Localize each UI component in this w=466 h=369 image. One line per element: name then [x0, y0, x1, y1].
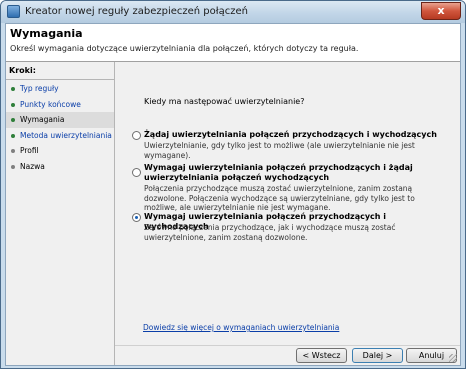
option-require-inbound-outbound[interactable]: Wymagaj uwierzytelniania połączeń przych…	[132, 212, 447, 242]
steps-divider	[6, 79, 114, 80]
radio-require-inbound-outbound[interactable]	[132, 213, 141, 222]
option-description: Zarówno połączenia przychodzące, jak i w…	[144, 223, 396, 242]
back-button[interactable]: < Wstecz	[296, 348, 347, 363]
step-label: Punkty końcowe	[20, 99, 81, 109]
step-bullet-icon	[11, 133, 15, 138]
close-button[interactable]: x	[421, 2, 461, 20]
next-button[interactable]: Dalej >	[352, 348, 403, 363]
firewall-app-icon	[7, 5, 20, 18]
step-authentication-method[interactable]: Metoda uwierzytelniania	[6, 128, 114, 144]
steps-panel: Kroki: Typ reguły Punkty końcowe Wymagan…	[6, 62, 115, 365]
option-request-auth[interactable]: Żądaj uwierzytelniania połączeń przychod…	[132, 130, 447, 160]
question-label: Kiedy ma następować uwierzytelnianie?	[144, 97, 305, 106]
footer-divider	[115, 345, 460, 346]
option-label[interactable]: Żądaj uwierzytelniania połączeń przychod…	[144, 130, 444, 140]
steps-list: Typ reguły Punkty końcowe Wymagania Meto…	[6, 81, 114, 174]
page-description: Określ wymagania dotyczące uwierzytelnia…	[10, 44, 359, 53]
learn-more-link[interactable]: Dowiedz się więcej o wymaganiach uwierzy…	[143, 323, 339, 332]
steps-title: Kroki:	[9, 66, 36, 75]
step-bullet-icon	[11, 164, 15, 169]
radio-request-auth[interactable]	[132, 131, 141, 140]
requirements-content: Kiedy ma następować uwierzytelnianie? Żą…	[115, 62, 460, 345]
option-require-inbound-request-outbound[interactable]: Wymagaj uwierzytelniania połączeń przych…	[132, 163, 447, 213]
window-title: Kreator nowej reguły zabezpieczeń połącz…	[25, 6, 248, 17]
step-profile: Profil	[6, 143, 114, 159]
step-endpoints[interactable]: Punkty końcowe	[6, 97, 114, 113]
option-label[interactable]: Wymagaj uwierzytelniania połączeń przych…	[144, 163, 444, 183]
wizard-window: Kreator nowej reguły zabezpieczeń połącz…	[0, 0, 466, 369]
step-bullet-icon	[11, 118, 15, 122]
step-label: Nazwa	[20, 161, 45, 171]
option-description: Uwierzytelnianie, gdy tylko jest to możl…	[144, 141, 415, 160]
page-title: Wymagania	[10, 27, 83, 40]
step-bullet-icon	[11, 102, 15, 107]
wizard-header: Wymagania Określ wymagania dotyczące uwi…	[6, 24, 460, 62]
title-bar[interactable]: Kreator nowej reguły zabezpieczeń połącz…	[1, 1, 465, 23]
wizard-client-area: Wymagania Określ wymagania dotyczące uwi…	[5, 23, 461, 366]
step-bullet-icon	[11, 149, 15, 153]
step-label: Profil	[20, 146, 39, 155]
step-label: Metoda uwierzytelniania	[20, 130, 112, 140]
radio-require-inbound-request-outbound[interactable]	[132, 168, 141, 177]
step-name: Nazwa	[6, 159, 114, 175]
step-label: Typ reguły	[20, 84, 59, 93]
resize-grip-icon[interactable]	[449, 354, 457, 362]
step-requirements: Wymagania	[6, 112, 114, 128]
option-description: Połączenia przychodzące muszą zostać uwi…	[144, 184, 415, 212]
step-bullet-icon	[11, 87, 15, 91]
step-rule-type[interactable]: Typ reguły	[6, 81, 114, 97]
step-label: Wymagania	[20, 115, 65, 124]
